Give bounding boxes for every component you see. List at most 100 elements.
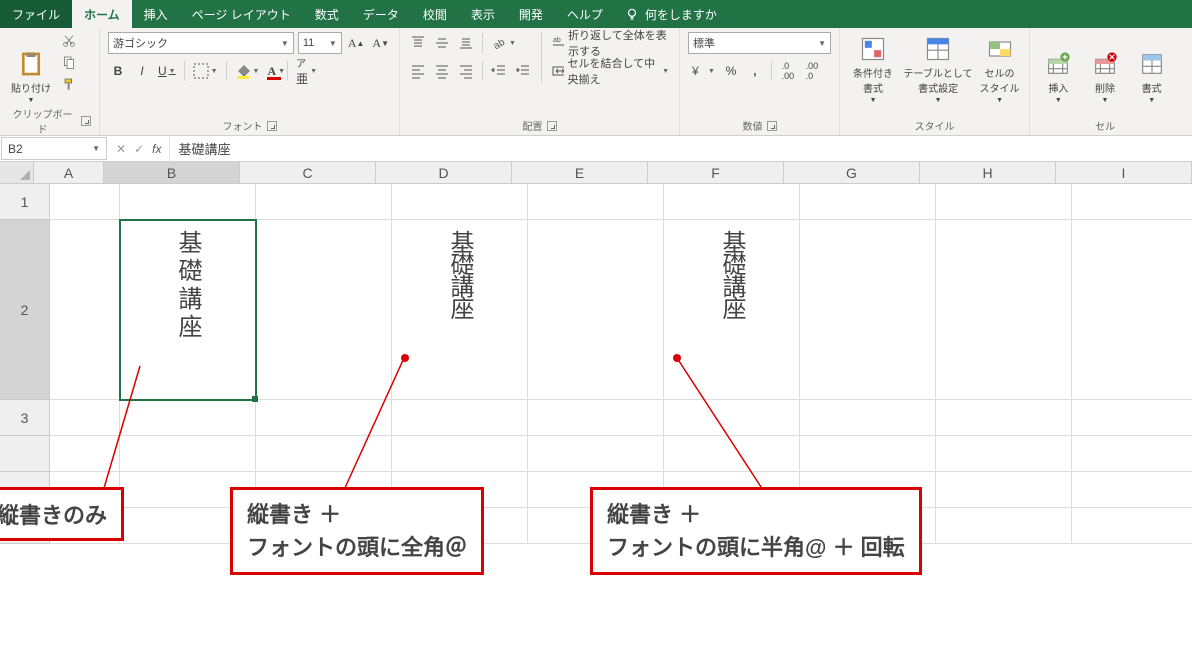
row-header-1[interactable]: 1 [0,184,50,220]
format-cells-icon [1138,50,1166,78]
decrease-font-button[interactable]: A▼ [370,32,391,54]
column-header-I[interactable]: I [1056,162,1192,183]
formula-input[interactable]: 基礎講座 [170,136,1192,161]
cell-I2[interactable] [1072,220,1192,400]
borders-button[interactable]: ▼ [191,60,220,82]
underline-button[interactable]: U▼ [156,60,178,82]
tab-page-layout[interactable]: ページ レイアウト [180,0,303,28]
accounting-format-button[interactable]: ¥▼ [688,60,717,82]
cell-G3[interactable] [800,400,936,436]
row-header-2[interactable]: 2 [0,220,50,400]
column-header-F[interactable]: F [648,162,784,183]
cell-B1[interactable] [120,184,256,220]
name-box[interactable]: B2▼ [1,137,107,160]
align-center-button[interactable] [432,60,452,82]
cell-styles-button[interactable]: セルの スタイル▼ [978,32,1021,104]
cell-H3[interactable] [936,400,1072,436]
cell-H2[interactable] [936,220,1072,400]
number-format-combo[interactable]: 標準▼ [688,32,831,54]
format-as-table-button[interactable]: テーブルとして 書式設定▼ [904,32,972,104]
cancel-formula-icon[interactable]: ✕ [116,142,126,156]
column-header-H[interactable]: H [920,162,1056,183]
font-name-combo[interactable]: 游ゴシック▼ [108,32,294,54]
wrap-text-button[interactable]: ab折り返して全体を表示する [550,32,671,54]
italic-button[interactable]: I [132,60,152,82]
align-left-button[interactable] [408,60,428,82]
select-all-corner[interactable] [0,162,34,183]
comma-button[interactable]: , [745,60,765,82]
worksheet-grid[interactable]: ABCDEFGHI 1236 基礎講座基礎講座基礎講座 縦書きのみ 縦書き ＋ … [0,162,1192,544]
column-header-B[interactable]: B [104,162,240,183]
column-header-A[interactable]: A [34,162,104,183]
cell-I[interactable] [1072,436,1192,472]
align-top-button[interactable] [408,32,428,54]
tab-data[interactable]: データ [351,0,411,28]
align-right-button[interactable] [456,60,476,82]
tab-file[interactable]: ファイル [0,0,72,28]
cell-H[interactable] [936,472,1072,508]
enter-formula-icon[interactable]: ✓ [134,142,144,156]
tab-insert[interactable]: 挿入 [132,0,180,28]
cell-A1[interactable] [50,184,120,220]
callout-3: 縦書き ＋ フォントの頭に半角@ ＋ 回転 [590,487,922,575]
column-header-D[interactable]: D [376,162,512,183]
cell-E2[interactable] [528,220,664,400]
format-cells-button[interactable]: 書式▼ [1131,32,1172,104]
cell-F1[interactable] [664,184,800,220]
cell-I1[interactable] [1072,184,1192,220]
merge-center-button[interactable]: セルを結合して中央揃え▼ [550,60,671,82]
tell-me[interactable]: 何をしますか [615,0,727,28]
cut-button[interactable] [60,32,78,50]
increase-decimal-button[interactable]: .0.00 [778,60,798,82]
cell-D1[interactable] [392,184,528,220]
cell-G[interactable] [800,436,936,472]
alignment-dialog-launcher[interactable] [547,121,557,131]
cell-H6[interactable] [936,508,1072,544]
insert-cells-button[interactable]: 挿入▼ [1038,32,1079,104]
phonetic-button[interactable]: ア亜▼ [294,60,319,82]
cell-H[interactable] [936,436,1072,472]
fx-icon[interactable]: fx [152,142,161,156]
font-size-combo[interactable]: 11▼ [298,32,342,54]
align-center-icon [434,63,450,79]
orientation-button[interactable]: ab▼ [489,32,518,54]
tab-view[interactable]: 表示 [459,0,507,28]
fill-color-button[interactable]: ▼ [233,60,262,82]
copy-button[interactable] [60,54,78,72]
column-header-G[interactable]: G [784,162,920,183]
clipboard-dialog-launcher[interactable] [81,116,91,126]
number-dialog-launcher[interactable] [767,121,777,131]
row-header-3[interactable]: 3 [0,400,50,436]
cell-E1[interactable] [528,184,664,220]
decrease-indent-button[interactable] [489,60,509,82]
cell-H1[interactable] [936,184,1072,220]
align-bottom-button[interactable] [456,32,476,54]
bold-button[interactable]: B [108,60,128,82]
increase-font-button[interactable]: A▲ [346,32,367,54]
cell-G1[interactable] [800,184,936,220]
conditional-format-button[interactable]: 条件付き 書式▼ [848,32,898,104]
cell-C1[interactable] [256,184,392,220]
percent-button[interactable]: % [721,60,741,82]
cell-I6[interactable] [1072,508,1192,544]
column-header-E[interactable]: E [512,162,648,183]
format-painter-button[interactable] [60,76,78,94]
tab-developer[interactable]: 開発 [507,0,555,28]
row-header-blank[interactable] [0,436,50,472]
cell-I[interactable] [1072,472,1192,508]
font-dialog-launcher[interactable] [267,121,277,131]
delete-cells-button[interactable]: 削除▼ [1085,32,1126,104]
tab-help[interactable]: ヘルプ [555,0,615,28]
tab-formulas[interactable]: 数式 [303,0,351,28]
paste-button[interactable]: 貼り付け ▼ [8,32,54,104]
cell-I3[interactable] [1072,400,1192,436]
increase-indent-button[interactable] [513,60,533,82]
column-header-C[interactable]: C [240,162,376,183]
align-middle-button[interactable] [432,32,452,54]
tab-review[interactable]: 校閲 [411,0,459,28]
cell-E[interactable] [528,436,664,472]
cell-G2[interactable] [800,220,936,400]
tab-home[interactable]: ホーム [72,0,132,28]
decrease-decimal-button[interactable]: .00.0 [802,60,822,82]
cell-E3[interactable] [528,400,664,436]
